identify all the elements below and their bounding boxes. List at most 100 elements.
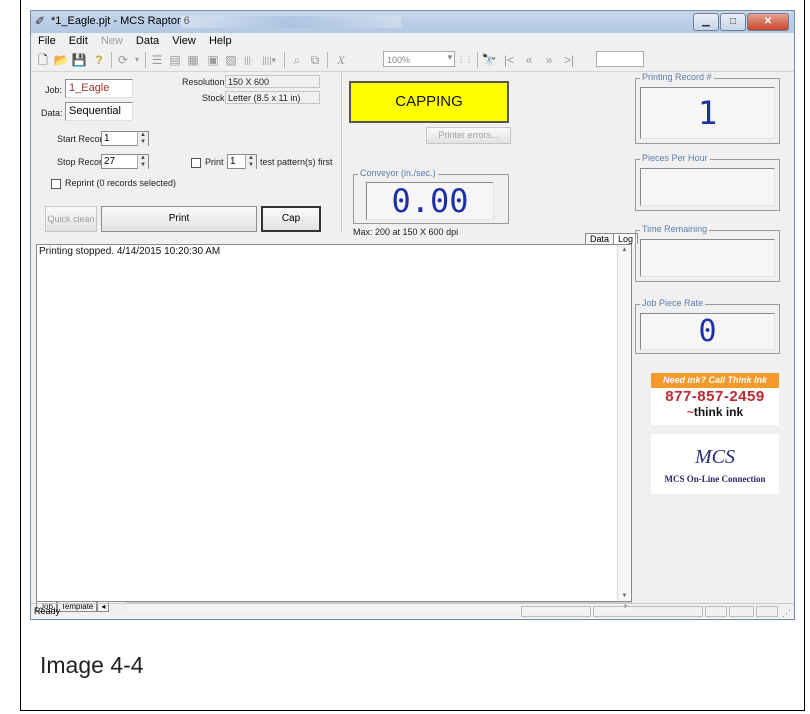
pieces-per-hour-title: Pieces Per Hour (640, 153, 710, 163)
cap-button[interactable]: Cap (261, 206, 321, 232)
test-pattern-stepper[interactable]: 1 ▲ ▼ (227, 154, 257, 169)
toolbar-separator (327, 52, 328, 68)
print-button[interactable]: Print (101, 206, 257, 232)
barcode-small-icon[interactable]: |||· (241, 52, 257, 68)
menu-data[interactable]: Data (136, 33, 159, 49)
previous-record-icon[interactable]: « (521, 52, 537, 68)
status-bar: Ready ⋰ (31, 603, 794, 619)
menu-edit[interactable]: Edit (69, 33, 88, 49)
tab-data[interactable]: Data (585, 233, 615, 244)
title-bar[interactable]: ✐ *1_Eagle.pjt - MCS Raptor 6 ▁ □ ✕ (31, 11, 794, 33)
printer-errors-button[interactable]: Printer errors... (426, 127, 511, 144)
maximize-button[interactable]: □ (720, 13, 746, 31)
open-folder-icon[interactable]: 📂 (53, 52, 69, 68)
pieces-per-hour-group: Pieces Per Hour (635, 153, 780, 211)
resolution-value: 150 X 600 (225, 75, 320, 88)
find-icon[interactable]: 🔭 (481, 52, 497, 68)
menu-file[interactable]: File (38, 33, 56, 49)
window-title: *1_Eagle.pjt - MCS Raptor 6 (51, 15, 190, 27)
spin-arrows-icon[interactable]: ▲ ▼ (137, 132, 148, 146)
stock-value: Letter (8.5 x 11 in) (225, 91, 320, 104)
time-remaining-title: Time Remaining (640, 224, 710, 234)
data-log-tabs: Data Log (585, 233, 639, 244)
reprint-label: Reprint (0 records selected) (65, 178, 177, 188)
scroll-down-icon[interactable]: ▼ (618, 593, 631, 599)
mcs-logo: MCS (695, 446, 735, 468)
spin-arrows-icon[interactable]: ▲ ▼ (137, 155, 148, 169)
status-pane (756, 606, 778, 617)
grid-icon[interactable]: ⋮⋮ (457, 52, 473, 68)
image-icon[interactable]: ▣ (205, 52, 221, 68)
save-icon[interactable]: 💾 (71, 52, 87, 68)
dropdown-arrow-icon[interactable]: ▾ (129, 52, 145, 68)
think-ink-brand-row: ~think ink (651, 405, 779, 420)
log-panel[interactable]: Printing stopped. 4/14/2015 10:20:30 AM … (36, 244, 632, 602)
think-ink-ad[interactable]: Need ink? Call Think Ink 877-857-2459 ~t… (651, 373, 779, 425)
printing-record-display: 1 (640, 87, 775, 139)
field-icon[interactable]: ▦ (185, 52, 201, 68)
spin-arrows-icon[interactable]: ▲ ▼ (245, 155, 256, 169)
last-record-icon[interactable]: >| (561, 52, 577, 68)
new-file-icon[interactable]: 🗋 (35, 52, 51, 68)
time-remaining-group: Time Remaining (635, 224, 780, 282)
mcs-online-ad[interactable]: MCS MCS On-Line Connection (651, 434, 779, 494)
stop-record-value: 27 (104, 156, 116, 167)
menu-view[interactable]: View (172, 33, 196, 49)
toolbar-separator (477, 52, 478, 68)
data-label: Data: (41, 108, 63, 118)
conveyor-title: Conveyor (in./sec.) (358, 168, 438, 178)
text-box-icon[interactable]: ▤ (167, 52, 183, 68)
reprint-checkbox[interactable] (51, 179, 61, 189)
job-label: Job: (45, 85, 63, 95)
picture-edit-icon[interactable]: ▨ (223, 52, 239, 68)
barcode-icon[interactable]: ||||▾ (261, 52, 277, 68)
job-piece-rate-title: Job Piece Rate (640, 298, 706, 308)
printer-status-banner: CAPPING (349, 81, 509, 123)
test-pattern-count: 1 (230, 156, 236, 167)
think-ink-phone: 877-857-2459 (665, 388, 765, 405)
zoom-select[interactable]: 100% (383, 51, 455, 67)
zoom-icon[interactable]: ⌕ (289, 52, 305, 68)
think-ink-brand: think ink (693, 405, 744, 419)
app-icon: ✐ (35, 14, 46, 28)
mcs-online-text: MCS On-Line Connection (664, 474, 766, 484)
copy-icon[interactable]: ⧉ (307, 52, 323, 68)
stop-record-stepper[interactable]: 27 ▲ ▼ (101, 154, 149, 169)
next-record-icon[interactable]: » (541, 52, 557, 68)
log-vertical-scrollbar[interactable]: ▲ ▼ (617, 245, 631, 601)
app-window: ✐ *1_Eagle.pjt - MCS Raptor 6 ▁ □ ✕ File… (30, 10, 795, 620)
think-ink-tagline: Need ink? Call Think Ink (651, 373, 779, 388)
conveyor-max-note: Max: 200 at 150 X 600 dpi (353, 227, 459, 237)
toolbar-separator (284, 52, 285, 68)
toolbar-separator (111, 52, 112, 68)
first-record-icon[interactable]: |< (501, 52, 517, 68)
menu-help[interactable]: Help (209, 33, 232, 49)
job-name-field[interactable]: 1_Eagle (65, 79, 133, 98)
job-piece-rate-group: Job Piece Rate 0 (635, 298, 780, 354)
scroll-up-icon[interactable]: ▲ (618, 247, 631, 253)
test-pattern-label: test pattern(s) first (260, 157, 333, 167)
text-align-icon[interactable]: ☰ (149, 52, 165, 68)
quick-clean-button[interactable]: Quick clean (45, 206, 97, 232)
pieces-per-hour-display (640, 168, 775, 206)
data-mode-field[interactable]: Sequential (65, 102, 133, 121)
conveyor-speed-display: 0.00 (366, 182, 494, 220)
printing-record-title: Printing Record # (640, 72, 714, 82)
print-test-checkbox[interactable] (191, 158, 201, 168)
close-button[interactable]: ✕ (747, 13, 789, 31)
resize-grip-icon[interactable]: ⋰ (782, 606, 791, 620)
zoom-dropdown-icon[interactable]: ▼ (446, 53, 454, 62)
think-ink-swoosh-icon: ~ (686, 405, 694, 419)
help-icon[interactable]: ? (91, 52, 107, 68)
record-number-field[interactable] (596, 51, 644, 67)
toolbar-separator (145, 52, 146, 68)
title-bar-glass (181, 16, 401, 28)
figure-caption: Image 4-4 (40, 652, 144, 678)
minimize-button[interactable]: ▁ (693, 13, 719, 31)
start-record-stepper[interactable]: 1 ▲ ▼ (101, 131, 149, 146)
print-label: Print (205, 157, 224, 167)
start-record-value: 1 (104, 133, 110, 144)
cut-icon[interactable]: X (333, 52, 349, 68)
status-pane (593, 606, 703, 617)
menu-new[interactable]: New (101, 33, 123, 49)
